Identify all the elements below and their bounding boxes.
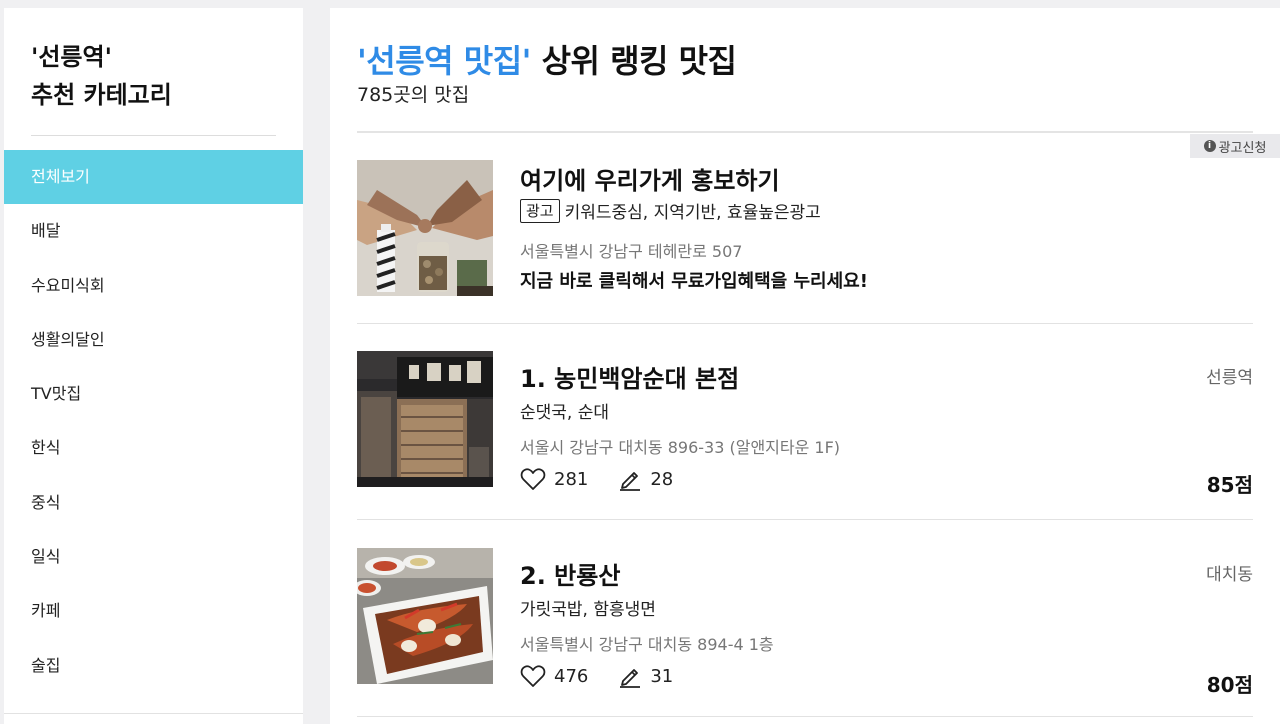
category-sidebar: '선릉역' 추천 카테고리 전체보기 배달 수요미식회 생활의달인 TV맛집 한… (4, 8, 303, 724)
review-count[interactable]: 28 (618, 467, 673, 491)
restaurant-address: 서울특별시 강남구 대치동 894-4 1층 (520, 635, 774, 654)
sidebar-divider (31, 135, 276, 136)
review-count-value: 28 (650, 468, 674, 490)
restaurant-thumbnail[interactable] (357, 351, 493, 487)
review-count-value: 31 (650, 665, 674, 687)
restaurant-card[interactable]: 2. 반룡산 가릿국밥, 함흥냉면 서울특별시 강남구 대치동 894-4 1층… (357, 548, 1253, 697)
like-count-value: 281 (554, 468, 589, 490)
pencil-icon (620, 472, 641, 491)
ad-apply-button[interactable]: i 광고신청 (1190, 134, 1280, 158)
like-count-value: 476 (554, 665, 589, 687)
category-item-japanese[interactable]: 일식 (4, 530, 303, 584)
restaurant-address: 서울시 강남구 대치동 896-33 (알앤지타운 1F) (520, 438, 841, 457)
restaurant-photo-image (357, 548, 493, 684)
ranking-panel: '선릉역 맛집' 상위 랭킹 맛집 785곳의 맛집 i 광고신청 여기에 우리… (330, 8, 1280, 724)
ad-keywords-row: 광고 키워드중심, 지역기반, 효율높은광고 (520, 198, 821, 223)
ad-photo-image (357, 160, 493, 296)
restaurant-photo-image (357, 351, 493, 487)
restaurant-name[interactable]: 1. 농민백암순대 본점 (520, 359, 739, 394)
page-title-rest: 상위 랭킹 맛집 (530, 42, 737, 80)
restaurant-category: 순댓국, 순대 (520, 403, 610, 423)
restaurant-score: 85점 (1206, 473, 1253, 497)
list-divider (357, 716, 1253, 717)
info-icon: i (1203, 140, 1216, 152)
restaurant-stats: 281 28 (520, 467, 703, 491)
restaurant-score: 80점 (1206, 673, 1253, 697)
ad-card[interactable]: 여기에 우리가게 홍보하기 광고 키워드중심, 지역기반, 효율높은광고 서울특… (357, 160, 1253, 296)
header-divider (357, 131, 1253, 133)
restaurant-card[interactable]: 1. 농민백암순대 본점 순댓국, 순대 서울시 강남구 대치동 896-33 … (357, 351, 1253, 497)
category-menu: 전체보기 배달 수요미식회 생활의달인 TV맛집 한식 중식 일식 카페 술집 (4, 150, 303, 693)
page-title: '선릉역 맛집' 상위 랭킹 맛집 (357, 36, 737, 82)
ad-address: 서울특별시 강남구 테헤란로 507 (520, 242, 743, 261)
page-title-keyword: '선릉역 맛집' (357, 42, 531, 80)
like-count[interactable]: 281 (520, 467, 588, 491)
ad-apply-label: 광고신청 (1218, 140, 1267, 156)
restaurant-thumbnail[interactable] (357, 548, 493, 684)
sidebar-title-location: '선릉역' (31, 43, 112, 71)
list-divider (357, 323, 1253, 324)
category-item-cafe[interactable]: 카페 (4, 584, 303, 638)
ad-keywords: 키워드중심, 지역기반, 효율높은광고 (564, 203, 821, 223)
category-item-chinese[interactable]: 중식 (4, 476, 303, 530)
category-item-tv-restaurants[interactable]: TV맛집 (4, 367, 303, 421)
ad-title[interactable]: 여기에 우리가게 홍보하기 (520, 161, 780, 196)
category-item-all[interactable]: 전체보기 (4, 150, 303, 205)
category-item-master-of-living[interactable]: 생활의달인 (4, 313, 303, 367)
sidebar-title-text: 추천 카테고리 (31, 81, 172, 109)
review-count[interactable]: 31 (618, 664, 673, 688)
restaurant-region: 대치동 (1206, 565, 1253, 585)
category-item-wednesday-food-talk[interactable]: 수요미식회 (4, 259, 303, 313)
ad-cta[interactable]: 지금 바로 클릭해서 무료가입혜택을 누리세요! (520, 267, 868, 293)
category-item-delivery[interactable]: 배달 (4, 204, 303, 258)
sidebar-bottom-divider (4, 713, 303, 714)
restaurant-name[interactable]: 2. 반룡산 (520, 556, 620, 591)
restaurant-count: 785곳의 맛집 (357, 84, 470, 106)
heart-outline-icon (520, 468, 546, 490)
like-count[interactable]: 476 (520, 664, 588, 688)
pencil-icon (620, 669, 641, 688)
restaurant-region: 선릉역 (1206, 368, 1253, 388)
restaurant-category: 가릿국밥, 함흥냉면 (520, 600, 656, 620)
heart-outline-icon (520, 665, 546, 687)
category-item-korean[interactable]: 한식 (4, 421, 303, 475)
list-divider (357, 519, 1253, 520)
restaurant-stats: 476 31 (520, 664, 703, 688)
category-item-bar[interactable]: 술집 (4, 639, 303, 693)
ad-thumbnail[interactable] (357, 160, 493, 296)
ad-badge: 광고 (520, 198, 560, 223)
sidebar-title: '선릉역' 추천 카테고리 (31, 38, 172, 114)
